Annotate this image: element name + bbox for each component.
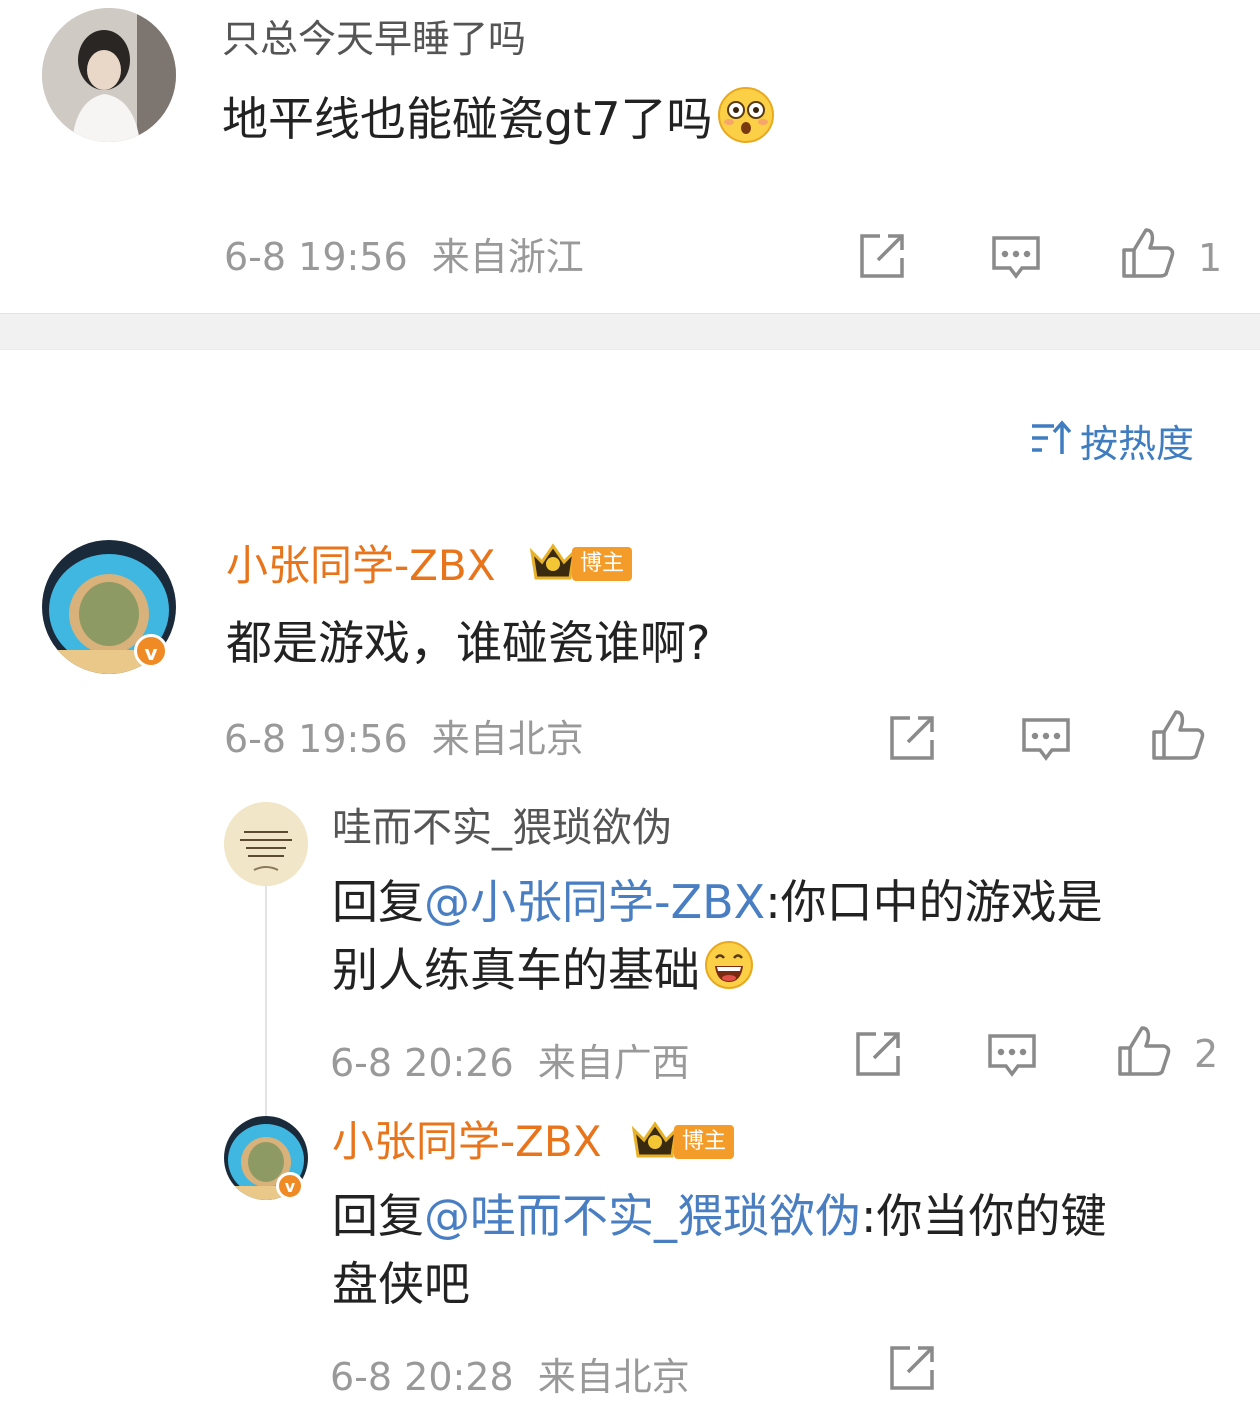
- timestamp: 6-8 19:56: [224, 235, 408, 279]
- like-icon[interactable]: [1116, 1024, 1172, 1078]
- comment-text: 地平线也能碰瓷gt7了吗: [222, 86, 775, 159]
- reply-body: :你当你的键: [861, 1189, 1107, 1243]
- location: 来自广西: [537, 1041, 690, 1085]
- sort-control[interactable]: 按热度: [1030, 418, 1194, 470]
- reply-meta: 6-8 20:28 来自北京: [330, 1352, 690, 1402]
- comment-body: 都是游戏，谁碰瓷谁啊?: [226, 616, 711, 670]
- reply-prefix: 回复: [332, 1189, 424, 1243]
- reply-body: :你口中的游戏是: [765, 875, 1103, 929]
- share-icon[interactable]: [854, 1030, 904, 1078]
- verified-badge: v: [276, 1172, 304, 1200]
- timestamp: 6-8 19:56: [224, 717, 408, 761]
- comment-meta: 6-8 19:56 来自浙江: [224, 232, 584, 282]
- section-divider: [0, 313, 1260, 350]
- share-icon[interactable]: [888, 714, 938, 762]
- sort-label: 按热度: [1080, 422, 1195, 466]
- comment-body: 地平线也能碰瓷gt7了吗: [222, 92, 713, 146]
- timestamp: 6-8 20:26: [330, 1041, 514, 1085]
- reply-meta: 6-8 20:26 来自广西: [330, 1038, 690, 1088]
- share-icon[interactable]: [858, 232, 908, 280]
- comment-icon[interactable]: [1020, 716, 1072, 762]
- reply-text: 回复@小张同学-ZBX:你口中的游戏是 别人练真车的基础: [332, 868, 1232, 1008]
- avatar[interactable]: [42, 8, 176, 142]
- mention-link[interactable]: @哇而不实_猥琐欲伪: [424, 1189, 861, 1243]
- mention-link[interactable]: @小张同学-ZBX: [424, 875, 765, 929]
- avatar[interactable]: [224, 802, 308, 886]
- flushed-face-icon: [717, 86, 775, 159]
- username[interactable]: 只总今天早睡了吗: [222, 14, 526, 64]
- host-badge: 博主: [528, 540, 633, 588]
- reply-body-cont: 盘侠吧: [332, 1257, 470, 1311]
- comment-icon[interactable]: [990, 234, 1042, 280]
- comment-icon[interactable]: [986, 1032, 1038, 1078]
- username[interactable]: 哇而不实_猥琐欲伪: [332, 802, 672, 854]
- host-tag: 博主: [674, 1125, 735, 1159]
- sort-icon: [1030, 418, 1074, 470]
- timestamp: 6-8 20:28: [330, 1355, 514, 1399]
- verified-badge: v: [134, 634, 168, 668]
- like-icon[interactable]: [1120, 226, 1176, 280]
- crown-icon: [528, 540, 578, 588]
- reply-prefix: 回复: [332, 875, 424, 929]
- username[interactable]: 小张同学-ZBX: [226, 540, 496, 592]
- like-count: 2: [1194, 1032, 1219, 1076]
- host-tag: 博主: [572, 547, 633, 581]
- like-icon[interactable]: [1150, 708, 1206, 762]
- crown-icon: [630, 1118, 680, 1166]
- share-icon[interactable]: [888, 1344, 938, 1392]
- thread-line: [265, 885, 267, 1120]
- location: 来自北京: [537, 1355, 690, 1399]
- reply-text: 回复@哇而不实_猥琐欲伪:你当你的键 盘侠吧: [332, 1182, 1232, 1318]
- comment-meta: 6-8 19:56 来自北京: [224, 714, 584, 764]
- like-count: 1: [1198, 236, 1223, 280]
- reply-body-cont: 别人练真车的基础: [332, 943, 700, 997]
- username[interactable]: 小张同学-ZBX: [332, 1116, 602, 1168]
- location: 来自北京: [431, 717, 584, 761]
- location: 来自浙江: [431, 235, 584, 279]
- host-badge: 博主: [630, 1118, 735, 1166]
- grinning-face-icon: [704, 940, 754, 1008]
